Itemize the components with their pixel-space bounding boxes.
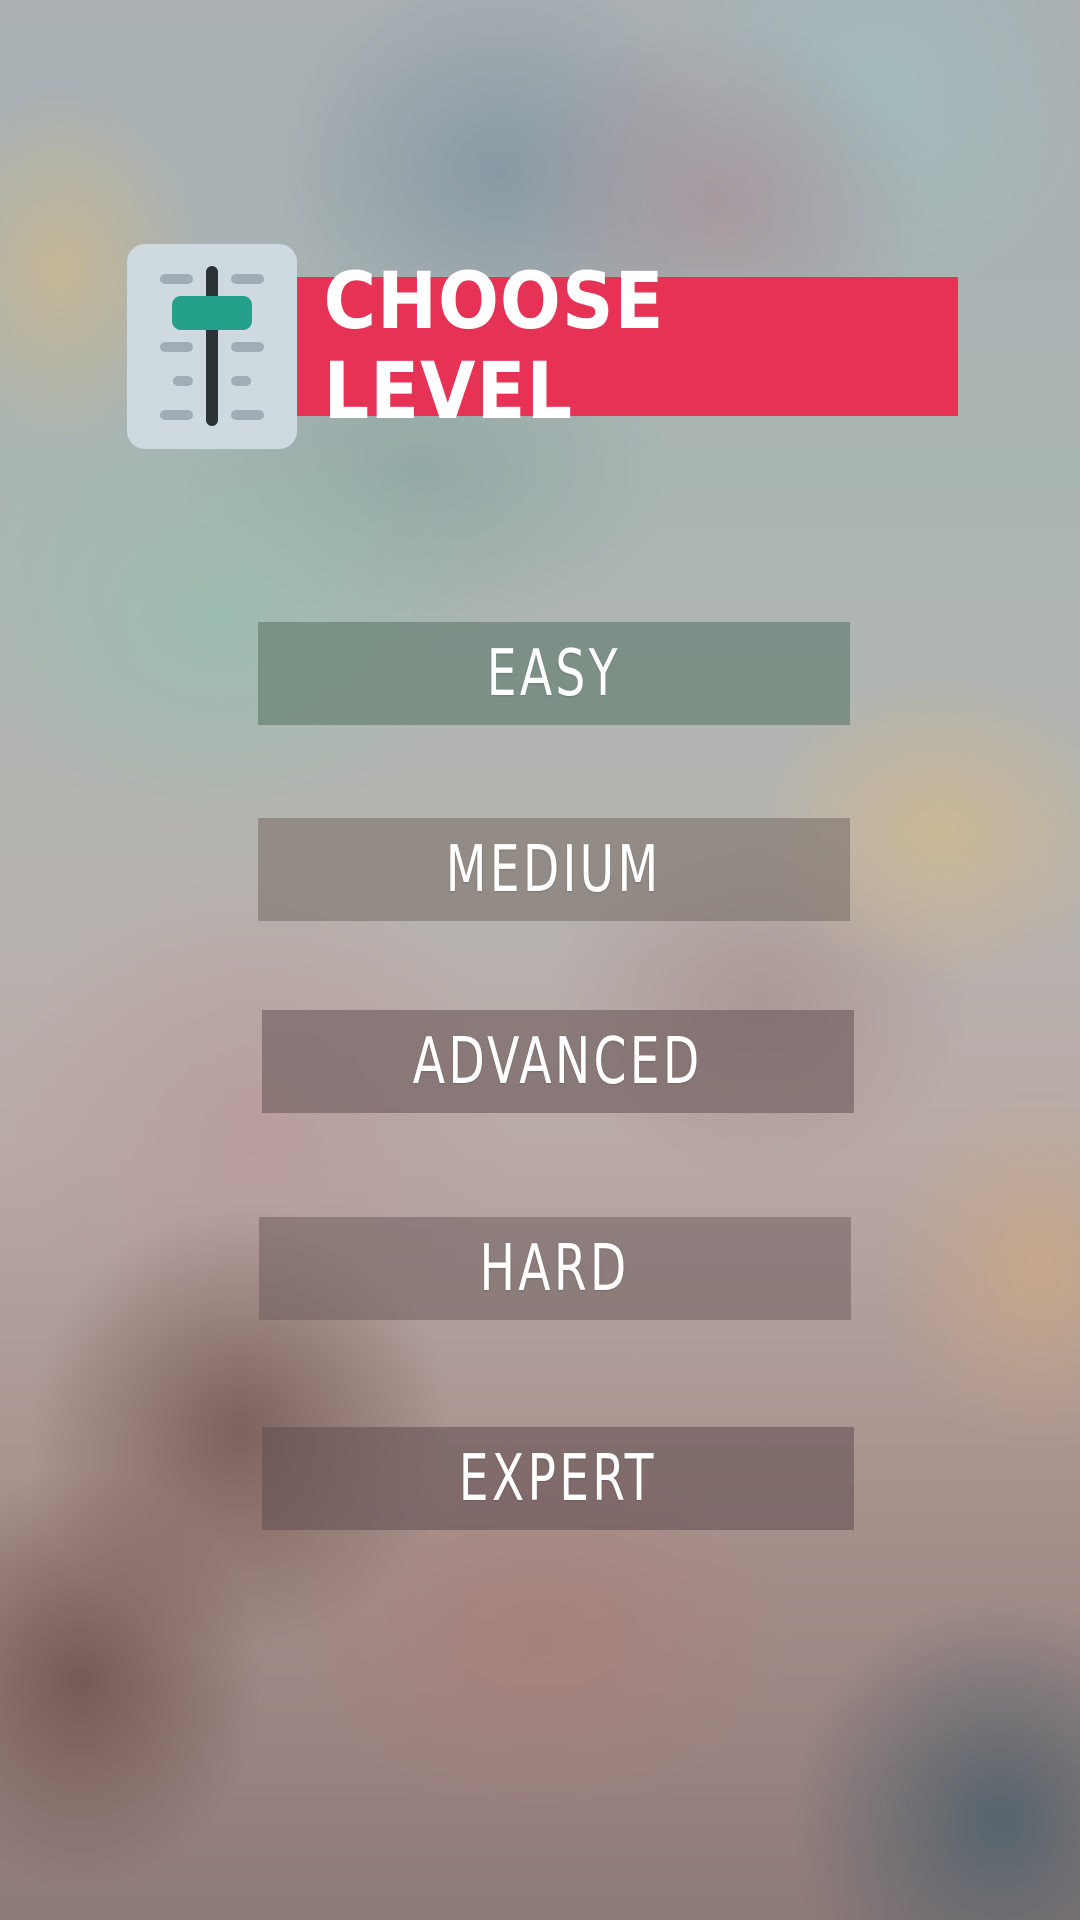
- advanced-level-button[interactable]: ADVANCED: [262, 1010, 854, 1113]
- hard-level-label: HARD: [479, 1231, 631, 1306]
- title-banner: CHOOSE LEVEL: [297, 257, 958, 437]
- slider-settings-icon: [127, 244, 297, 449]
- expert-level-button[interactable]: EXPERT: [262, 1427, 854, 1530]
- advanced-level-label: ADVANCED: [413, 1024, 703, 1099]
- medium-level-button[interactable]: MEDIUM: [258, 818, 850, 921]
- page-title: CHOOSE LEVEL: [323, 256, 665, 437]
- slider-knob: [172, 296, 252, 330]
- hard-level-button[interactable]: HARD: [259, 1217, 851, 1320]
- medium-level-label: MEDIUM: [446, 832, 662, 907]
- expert-level-label: EXPERT: [459, 1441, 657, 1516]
- easy-level-button[interactable]: EASY: [258, 622, 850, 725]
- slider-rail: [206, 266, 218, 426]
- easy-level-label: EASY: [486, 636, 622, 711]
